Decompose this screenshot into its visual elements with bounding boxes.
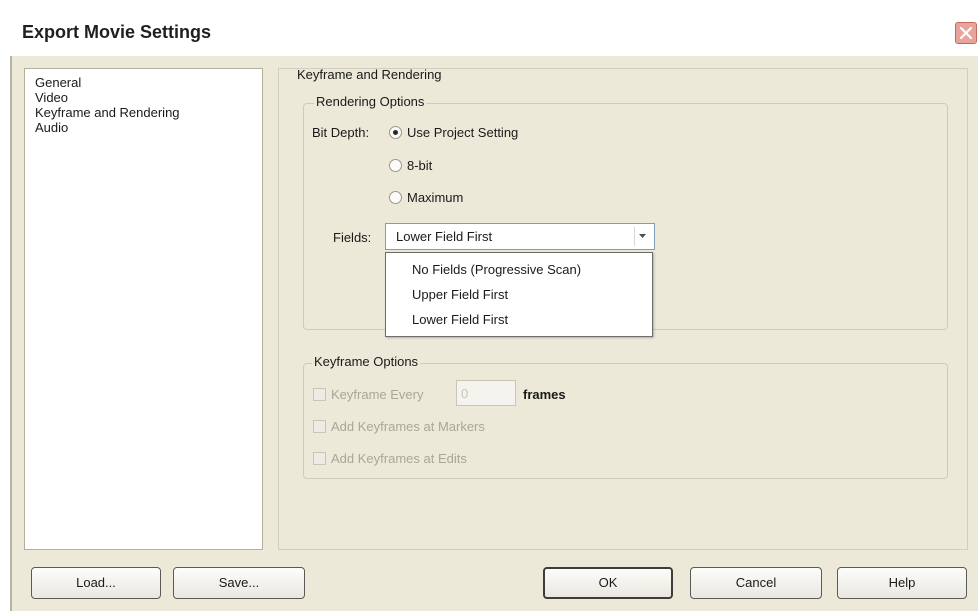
- fields-dropdown-list[interactable]: No Fields (Progressive Scan) Upper Field…: [385, 252, 653, 337]
- help-button[interactable]: Help: [837, 567, 967, 599]
- section-title: Keyframe and Rendering: [297, 67, 442, 82]
- add-keyframes-markers-checkbox[interactable]: [313, 420, 326, 433]
- fields-select-value: Lower Field First: [396, 229, 493, 244]
- cancel-button[interactable]: Cancel: [690, 567, 822, 599]
- rendering-options-legend: Rendering Options: [314, 94, 427, 109]
- title-bar: Export Movie Settings: [0, 0, 978, 64]
- keyframe-options-legend: Keyframe Options: [312, 354, 421, 369]
- sidebar-item-video[interactable]: Video: [35, 90, 68, 106]
- close-icon: [959, 26, 973, 40]
- save-button[interactable]: Save...: [173, 567, 305, 599]
- add-keyframes-markers-label: Add Keyframes at Markers: [331, 419, 485, 434]
- keyframe-every-checkbox[interactable]: [313, 388, 326, 401]
- fields-option-lower-field-first[interactable]: Lower Field First: [412, 312, 508, 327]
- fields-label: Fields:: [333, 230, 372, 245]
- keyframe-every-input[interactable]: 0: [456, 380, 516, 406]
- bit-depth-label: Bit Depth:: [312, 125, 370, 140]
- sidebar-item-keyframe-and-rendering[interactable]: Keyframe and Rendering: [35, 105, 180, 121]
- frames-label: frames: [523, 387, 566, 402]
- fields-option-no-fields[interactable]: No Fields (Progressive Scan): [412, 262, 581, 277]
- add-keyframes-edits-label: Add Keyframes at Edits: [331, 451, 467, 466]
- sidebar-item-general[interactable]: General: [35, 75, 81, 91]
- close-button[interactable]: [955, 22, 977, 44]
- bit-depth-radio-8bit[interactable]: [389, 159, 402, 172]
- category-list[interactable]: General Video Keyframe and Rendering Aud…: [24, 68, 263, 550]
- bit-depth-radio-project[interactable]: [389, 126, 402, 139]
- bit-depth-radio-maximum[interactable]: [389, 191, 402, 204]
- bit-depth-option-8bit[interactable]: 8-bit: [407, 158, 432, 173]
- chevron-down-icon[interactable]: [634, 227, 651, 246]
- bit-depth-option-project[interactable]: Use Project Setting: [407, 125, 518, 140]
- bit-depth-option-maximum[interactable]: Maximum: [407, 190, 463, 205]
- fields-option-upper-field-first[interactable]: Upper Field First: [412, 287, 508, 302]
- window-title: Export Movie Settings: [22, 22, 212, 42]
- sidebar-item-audio[interactable]: Audio: [35, 120, 68, 136]
- keyframe-every-label: Keyframe Every: [331, 387, 424, 402]
- keyframe-every-value: 0: [461, 386, 469, 401]
- add-keyframes-edits-checkbox[interactable]: [313, 452, 326, 465]
- load-button[interactable]: Load...: [31, 567, 161, 599]
- ok-button[interactable]: OK: [543, 567, 673, 599]
- fields-select[interactable]: Lower Field First: [385, 223, 655, 250]
